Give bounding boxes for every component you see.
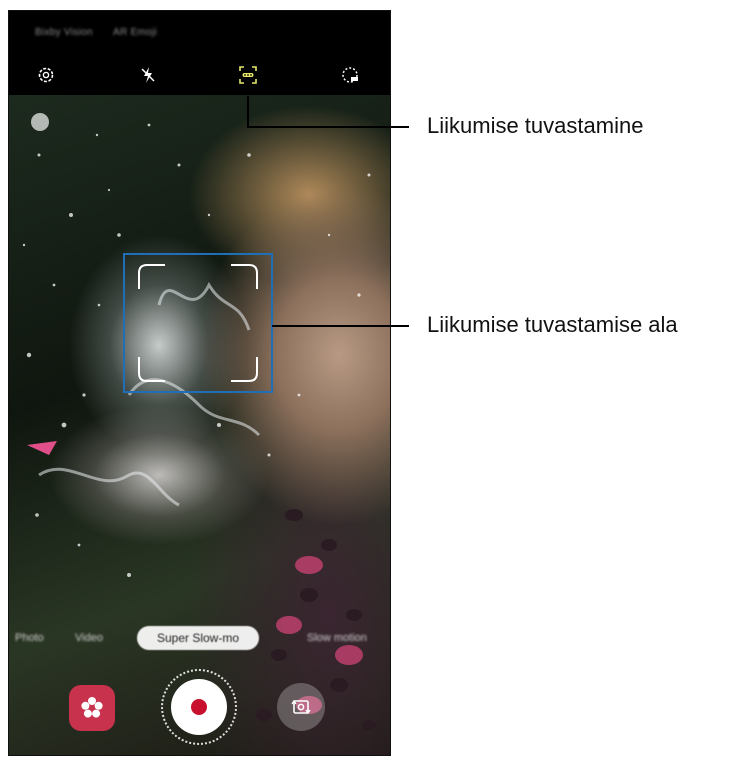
motion-detection-area[interactable] bbox=[123, 253, 273, 393]
mode-selector: Photo Video Super Slow-mo Slow motion bbox=[9, 626, 390, 652]
switch-camera-icon bbox=[291, 699, 311, 715]
callout-line-icon-vertical bbox=[247, 96, 249, 128]
flash-off-icon[interactable] bbox=[137, 64, 159, 86]
water-splash-image bbox=[22, 123, 376, 730]
callout-detection-area: Liikumise tuvastamise ala bbox=[427, 312, 678, 337]
mode-slow-motion[interactable]: Slow motion bbox=[307, 632, 367, 644]
switch-camera-button[interactable] bbox=[277, 683, 325, 731]
callout-line-area bbox=[272, 325, 409, 327]
speed-timer-icon[interactable] bbox=[339, 64, 361, 86]
camera-viewfinder[interactable]: Photo Video Super Slow-mo Slow motion bbox=[9, 95, 390, 755]
focus-indicator bbox=[31, 113, 49, 131]
mode-photo[interactable]: Photo bbox=[15, 632, 44, 644]
motion-detection-icon[interactable] bbox=[237, 64, 259, 86]
detection-corners-icon bbox=[138, 264, 258, 382]
record-button[interactable] bbox=[171, 679, 227, 735]
camera-top-bar: Bixby Vision AR Emoji bbox=[9, 11, 390, 55]
mode-bixby-vision[interactable]: Bixby Vision bbox=[35, 27, 93, 38]
callout-motion-detection: Liikumise tuvastamine bbox=[427, 113, 644, 138]
callout-line-icon-horizontal bbox=[247, 126, 409, 128]
flower-icon bbox=[81, 697, 103, 718]
mode-ar-emoji[interactable]: AR Emoji bbox=[113, 27, 157, 38]
mode-video[interactable]: Video bbox=[75, 632, 103, 644]
record-icon bbox=[191, 699, 207, 715]
settings-icon[interactable] bbox=[35, 64, 57, 86]
phone-screen: Bixby Vision AR Emoji Photo Video Super … bbox=[8, 10, 391, 756]
mode-super-slow-mo[interactable]: Super Slow-mo bbox=[137, 626, 259, 650]
gallery-button[interactable] bbox=[69, 685, 115, 731]
camera-toolbar bbox=[9, 55, 390, 95]
